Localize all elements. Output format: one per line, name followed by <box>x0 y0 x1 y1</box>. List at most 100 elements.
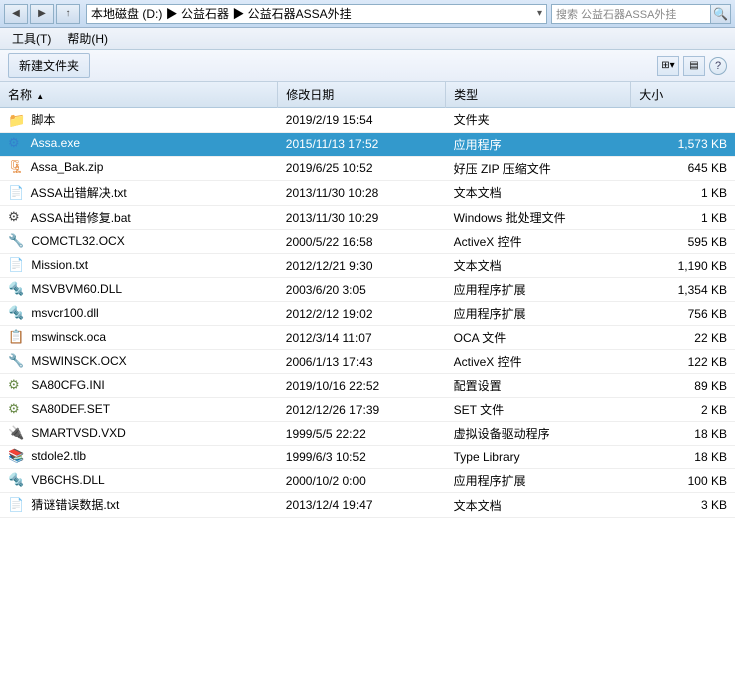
new-folder-button[interactable]: 新建文件夹 <box>8 53 90 78</box>
file-name: SMARTVSD.VXD <box>31 426 125 440</box>
file-name: Assa.exe <box>31 137 80 151</box>
vxd-icon: 🔌 <box>8 425 24 441</box>
table-row[interactable]: 📄 猜谜错误数据.txt 2013/12/4 19:47 文本文档 3 KB <box>0 493 735 518</box>
file-size-cell: 3 KB <box>631 493 735 518</box>
file-size-cell: 22 KB <box>631 326 735 350</box>
file-table: 名称 ▲ 修改日期 类型 大小 📁 脚本 2019/2/19 15:54 文件夹… <box>0 82 735 518</box>
file-type-cell: ActiveX 控件 <box>446 350 631 374</box>
table-row[interactable]: 🔧 MSWINSCK.OCX 2006/1/13 17:43 ActiveX 控… <box>0 350 735 374</box>
file-name-cell: 📋 mswinsck.oca <box>0 326 278 350</box>
file-size-cell: 645 KB <box>631 156 735 180</box>
table-row[interactable]: 📄 Mission.txt 2012/12/21 9:30 文本文档 1,190… <box>0 254 735 278</box>
address-text: 本地磁盘 (D:) ▶ 公益石器 ▶ 公益石器ASSA外挂 <box>91 5 533 22</box>
tlb-icon: 📚 <box>8 448 24 464</box>
file-type-cell: 文本文档 <box>446 254 631 278</box>
file-name-cell: ⚙ SA80DEF.SET <box>0 398 278 422</box>
table-row[interactable]: 📁 脚本 2019/2/19 15:54 文件夹 <box>0 108 735 133</box>
file-name: Assa_Bak.zip <box>31 161 104 175</box>
search-button[interactable]: 🔍 <box>710 5 730 23</box>
file-size-cell: 756 KB <box>631 302 735 326</box>
file-date-cell: 2006/1/13 17:43 <box>278 350 446 374</box>
table-row[interactable]: 📚 stdole2.tlb 1999/6/3 10:52 Type Librar… <box>0 446 735 469</box>
file-type-cell: 文件夹 <box>446 108 631 133</box>
file-type-cell: Windows 批处理文件 <box>446 205 631 230</box>
address-dropdown-icon[interactable]: ▾ <box>537 8 542 19</box>
up-button[interactable]: ↑ <box>56 4 80 24</box>
table-row[interactable]: 🔩 VB6CHS.DLL 2000/10/2 0:00 应用程序扩展 100 K… <box>0 469 735 493</box>
table-row[interactable]: 🔩 MSVBVM60.DLL 2003/6/20 3:05 应用程序扩展 1,3… <box>0 278 735 302</box>
file-type-cell: 应用程序扩展 <box>446 469 631 493</box>
file-name-cell: 🗜 Assa_Bak.zip <box>0 156 278 180</box>
forward-button[interactable]: ▶ <box>30 4 54 24</box>
file-size-cell: 595 KB <box>631 230 735 254</box>
file-name-cell: 🔧 COMCTL32.OCX <box>0 230 278 254</box>
file-type-cell: Type Library <box>446 446 631 469</box>
file-type-cell: SET 文件 <box>446 398 631 422</box>
menu-tools[interactable]: 工具(T) <box>4 28 59 49</box>
file-type-cell: 配置设置 <box>446 374 631 398</box>
folder-icon: 📁 <box>8 112 24 128</box>
menu-help[interactable]: 帮助(H) <box>59 28 116 49</box>
table-row[interactable]: ⚙ SA80DEF.SET 2012/12/26 17:39 SET 文件 2 … <box>0 398 735 422</box>
table-row[interactable]: ⚙ Assa.exe 2015/11/13 17:52 应用程序 1,573 K… <box>0 132 735 156</box>
col-header-size[interactable]: 大小 <box>631 82 735 108</box>
file-date-cell: 1999/6/3 10:52 <box>278 446 446 469</box>
file-size-cell: 2 KB <box>631 398 735 422</box>
file-name: SA80DEF.SET <box>31 402 110 416</box>
search-bar[interactable]: 搜索 公益石器ASSA外挂 🔍 <box>551 4 731 24</box>
file-size-cell <box>631 108 735 133</box>
file-size-cell: 1,573 KB <box>631 132 735 156</box>
zip-icon: 🗜 <box>8 159 24 175</box>
file-type-cell: OCA 文件 <box>446 326 631 350</box>
table-row[interactable]: 🔩 msvcr100.dll 2012/2/12 19:02 应用程序扩展 75… <box>0 302 735 326</box>
view-options-button[interactable]: ⊞▾ <box>657 56 679 76</box>
file-date-cell: 2012/3/14 11:07 <box>278 326 446 350</box>
dll-icon: 🔩 <box>8 281 24 297</box>
file-type-cell: 好压 ZIP 压缩文件 <box>446 156 631 180</box>
file-date-cell: 2000/10/2 0:00 <box>278 469 446 493</box>
table-row[interactable]: 🔧 COMCTL32.OCX 2000/5/22 16:58 ActiveX 控… <box>0 230 735 254</box>
file-date-cell: 2013/11/30 10:29 <box>278 205 446 230</box>
table-row[interactable]: 📄 ASSA出错解决.txt 2013/11/30 10:28 文本文档 1 K… <box>0 180 735 205</box>
table-row[interactable]: 📋 mswinsck.oca 2012/3/14 11:07 OCA 文件 22… <box>0 326 735 350</box>
file-type-cell: ActiveX 控件 <box>446 230 631 254</box>
table-row[interactable]: 🗜 Assa_Bak.zip 2019/6/25 10:52 好压 ZIP 压缩… <box>0 156 735 180</box>
file-size-cell: 18 KB <box>631 446 735 469</box>
table-header-row: 名称 ▲ 修改日期 类型 大小 <box>0 82 735 108</box>
file-name-cell: 🔩 VB6CHS.DLL <box>0 469 278 493</box>
file-name-cell: 📚 stdole2.tlb <box>0 446 278 469</box>
help-button[interactable]: ? <box>709 57 727 75</box>
txt-icon: 📄 <box>8 257 24 273</box>
col-header-name[interactable]: 名称 ▲ <box>0 82 278 108</box>
file-name: COMCTL32.OCX <box>31 234 124 248</box>
nav-buttons: ◀ ▶ ↑ <box>4 4 80 24</box>
file-date-cell: 2019/2/19 15:54 <box>278 108 446 133</box>
preview-pane-button[interactable]: ▤ <box>683 56 705 76</box>
file-name-cell: 🔩 MSVBVM60.DLL <box>0 278 278 302</box>
address-bar[interactable]: 本地磁盘 (D:) ▶ 公益石器 ▶ 公益石器ASSA外挂 ▾ <box>86 4 547 24</box>
file-size-cell: 122 KB <box>631 350 735 374</box>
file-name: stdole2.tlb <box>31 450 86 464</box>
file-date-cell: 2019/6/25 10:52 <box>278 156 446 180</box>
file-date-cell: 2013/12/4 19:47 <box>278 493 446 518</box>
file-name: SA80CFG.INI <box>31 378 104 392</box>
file-size-cell: 1,354 KB <box>631 278 735 302</box>
menu-bar: 工具(T) 帮助(H) <box>0 28 735 50</box>
file-list-container: 名称 ▲ 修改日期 类型 大小 📁 脚本 2019/2/19 15:54 文件夹… <box>0 82 735 698</box>
file-name-cell: 📄 ASSA出错解决.txt <box>0 180 278 205</box>
col-header-type[interactable]: 类型 <box>446 82 631 108</box>
file-date-cell: 2012/12/26 17:39 <box>278 398 446 422</box>
file-name: MSWINSCK.OCX <box>31 354 126 368</box>
file-name-cell: 📄 猜谜错误数据.txt <box>0 493 278 518</box>
col-header-date[interactable]: 修改日期 <box>278 82 446 108</box>
file-type-cell: 虚拟设备驱动程序 <box>446 422 631 446</box>
table-row[interactable]: 🔌 SMARTVSD.VXD 1999/5/5 22:22 虚拟设备驱动程序 1… <box>0 422 735 446</box>
table-row[interactable]: ⚙ SA80CFG.INI 2019/10/16 22:52 配置设置 89 K… <box>0 374 735 398</box>
table-row[interactable]: ⚙ ASSA出错修复.bat 2013/11/30 10:29 Windows … <box>0 205 735 230</box>
file-date-cell: 1999/5/5 22:22 <box>278 422 446 446</box>
file-size-cell: 1 KB <box>631 180 735 205</box>
file-name: MSVBVM60.DLL <box>31 282 122 296</box>
back-button[interactable]: ◀ <box>4 4 28 24</box>
file-list-body: 📁 脚本 2019/2/19 15:54 文件夹 ⚙ Assa.exe 2015… <box>0 108 735 518</box>
file-name-cell: 📄 Mission.txt <box>0 254 278 278</box>
